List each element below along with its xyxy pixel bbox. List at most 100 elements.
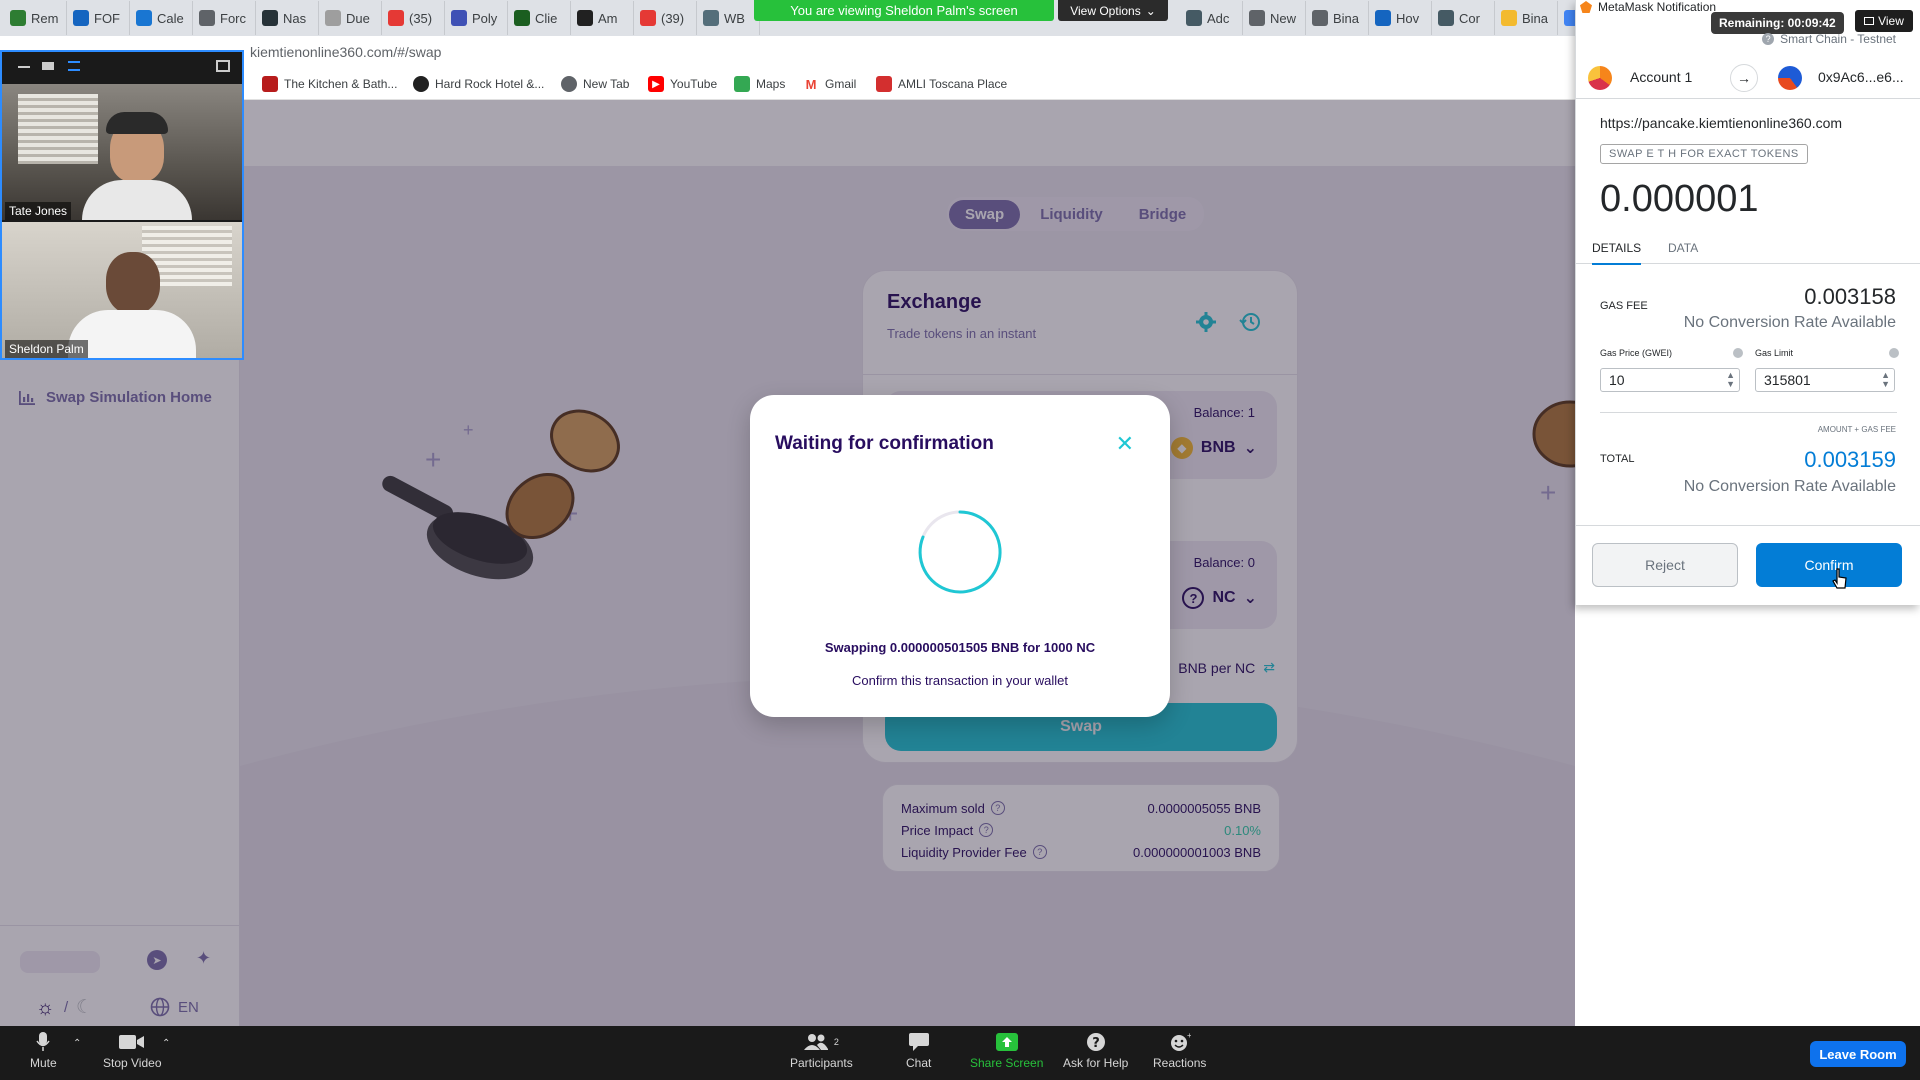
bookmark-item[interactable]: New Tab <box>561 76 629 92</box>
stepper-icon[interactable]: ▲ ▼ <box>1726 371 1735 389</box>
tab-favicon-icon <box>703 10 719 26</box>
participant-shirt <box>82 180 192 220</box>
bookmark-item[interactable]: The Kitchen & Bath... <box>262 76 397 92</box>
browser-tab[interactable]: Adc <box>1180 1 1243 35</box>
loading-spinner-icon <box>918 510 1002 594</box>
stepper-icon[interactable]: ▲ ▼ <box>1881 371 1890 389</box>
browser-tab[interactable]: Due <box>319 1 382 35</box>
browser-tab[interactable]: Cale <box>130 1 193 35</box>
tab-label: (35) <box>409 10 433 26</box>
browser-tab[interactable]: FOF <box>67 1 130 35</box>
reject-button[interactable]: Reject <box>1592 543 1738 587</box>
bookmark-item[interactable]: Maps <box>734 76 785 92</box>
tab-data[interactable]: DATA <box>1668 241 1698 255</box>
total-conversion: No Conversion Rate Available <box>1683 478 1896 495</box>
participant-name: Sheldon Palm <box>5 340 88 358</box>
browser-tab[interactable]: WB <box>697 1 760 35</box>
minimize-icon[interactable] <box>18 66 30 68</box>
tab-label: Cor <box>1459 10 1480 26</box>
bookmark-label: Hard Rock Hotel &... <box>435 77 545 91</box>
browser-tab[interactable]: (39) <box>634 1 697 35</box>
mute-button[interactable]: Mute <box>30 1032 57 1070</box>
metamask-window-title: MetaMask Notification <box>1598 0 1717 14</box>
gallery-icon[interactable] <box>68 61 80 71</box>
view-icon[interactable] <box>42 62 54 70</box>
chat-button[interactable]: Chat <box>906 1032 931 1070</box>
gas-price-input[interactable]: 10 ▲ ▼ <box>1600 368 1740 392</box>
tab-favicon-icon <box>1501 10 1517 26</box>
participants-icon: 2 <box>803 1032 839 1052</box>
video-panel: Tate Jones Sheldon Palm <box>0 50 244 360</box>
hard-rock-icon <box>413 76 429 92</box>
chevron-up-icon[interactable]: ⌃ <box>73 1038 81 1049</box>
reactions-label: Reactions <box>1153 1056 1207 1070</box>
metamask-tabs: DETAILS DATA <box>1576 232 1920 265</box>
bookmark-item[interactable]: AMLI Toscana Place <box>876 76 1007 92</box>
network-indicator[interactable]: ? Smart Chain - Testnet <box>1762 32 1896 46</box>
ask-help-button[interactable]: ? Ask for Help <box>1063 1032 1128 1070</box>
participants-button[interactable]: 2 Participants <box>790 1032 853 1070</box>
view-label: View <box>1878 14 1904 28</box>
close-icon[interactable]: ✕ <box>1116 431 1134 457</box>
metamask-fox-icon <box>1580 1 1592 13</box>
tab-favicon-icon <box>1186 10 1202 26</box>
expand-icon[interactable] <box>216 60 230 72</box>
tab-label: FOF <box>94 10 120 26</box>
stop-video-label: Stop Video <box>103 1056 162 1070</box>
question-icon: ? <box>1086 1032 1106 1052</box>
browser-tab[interactable]: New <box>1243 1 1306 35</box>
video-tile[interactable]: Sheldon Palm <box>2 222 242 358</box>
tab-favicon-icon <box>136 10 152 26</box>
stop-video-button[interactable]: Stop Video <box>103 1032 162 1070</box>
tab-label: (39) <box>661 10 685 26</box>
gas-limit-input[interactable]: 315801 ▲ ▼ <box>1755 368 1895 392</box>
view-button[interactable]: View <box>1855 10 1913 32</box>
browser-tab[interactable]: (35) <box>382 1 445 35</box>
share-screen-button[interactable]: Share Screen <box>970 1032 1043 1070</box>
tab-label: Nas <box>283 10 307 26</box>
view-options-button[interactable]: View Options ⌄ <box>1058 0 1168 21</box>
bookmark-item[interactable]: Hard Rock Hotel &... <box>413 76 544 92</box>
bookmark-item[interactable]: M Gmail <box>803 76 856 92</box>
video-tile[interactable]: Tate Jones <box>2 84 242 220</box>
tab-details[interactable]: DETAILS <box>1592 241 1642 265</box>
site-origin: https://pancake.kiemtienonline360.com <box>1600 115 1843 131</box>
tab-favicon-icon <box>451 10 467 26</box>
svg-text:?: ? <box>1092 1036 1100 1051</box>
chevron-up-icon[interactable]: ⌃ <box>162 1038 170 1049</box>
help-icon: ? <box>1762 33 1775 45</box>
tab-favicon-icon <box>388 10 404 26</box>
screen-share-banner: You are viewing Sheldon Palm's screen <box>754 0 1054 21</box>
tab-favicon-icon <box>1312 10 1328 26</box>
browser-tab[interactable]: Nas <box>256 1 319 35</box>
browser-tab[interactable]: Rem <box>4 1 67 35</box>
tab-list-right: AdcNewBinaHovCorBinap <box>1180 1 1621 35</box>
bookmark-item[interactable]: ▶ YouTube <box>648 76 717 92</box>
confirm-button[interactable]: Confirm <box>1756 543 1902 587</box>
tab-favicon-icon <box>1375 10 1391 26</box>
amli-icon <box>876 76 892 92</box>
maps-icon <box>734 76 750 92</box>
bookmark-label: Gmail <box>825 77 857 91</box>
browser-tab[interactable]: Bina <box>1495 1 1558 35</box>
reactions-button[interactable]: + Reactions <box>1153 1032 1206 1070</box>
browser-tab[interactable]: Am <box>571 1 634 35</box>
browser-tab[interactable]: Poly <box>445 1 508 35</box>
browser-tab[interactable]: Bina <box>1306 1 1369 35</box>
tab-favicon-icon <box>73 10 89 26</box>
url-field[interactable]: kiemtienonline360.com/#/swap <box>250 44 441 60</box>
to-account[interactable]: 0x9Ac6...e6... <box>1818 69 1904 85</box>
gas-fee-label: GAS FEE <box>1600 300 1648 312</box>
tab-label: WB <box>724 10 745 26</box>
leave-room-button[interactable]: Leave Room <box>1810 1041 1906 1067</box>
browser-tab[interactable]: Cor <box>1432 1 1495 35</box>
globe-icon <box>561 76 577 92</box>
browser-tab[interactable]: Hov <box>1369 1 1432 35</box>
info-icon <box>1889 348 1899 358</box>
browser-tab[interactable]: Forc <box>193 1 256 35</box>
from-account[interactable]: Account 1 <box>1630 69 1692 85</box>
browser-tab[interactable]: Clie <box>508 1 571 35</box>
view-options-label: View Options <box>1070 3 1141 18</box>
tab-favicon-icon <box>1438 10 1454 26</box>
tab-favicon-icon <box>325 10 341 26</box>
